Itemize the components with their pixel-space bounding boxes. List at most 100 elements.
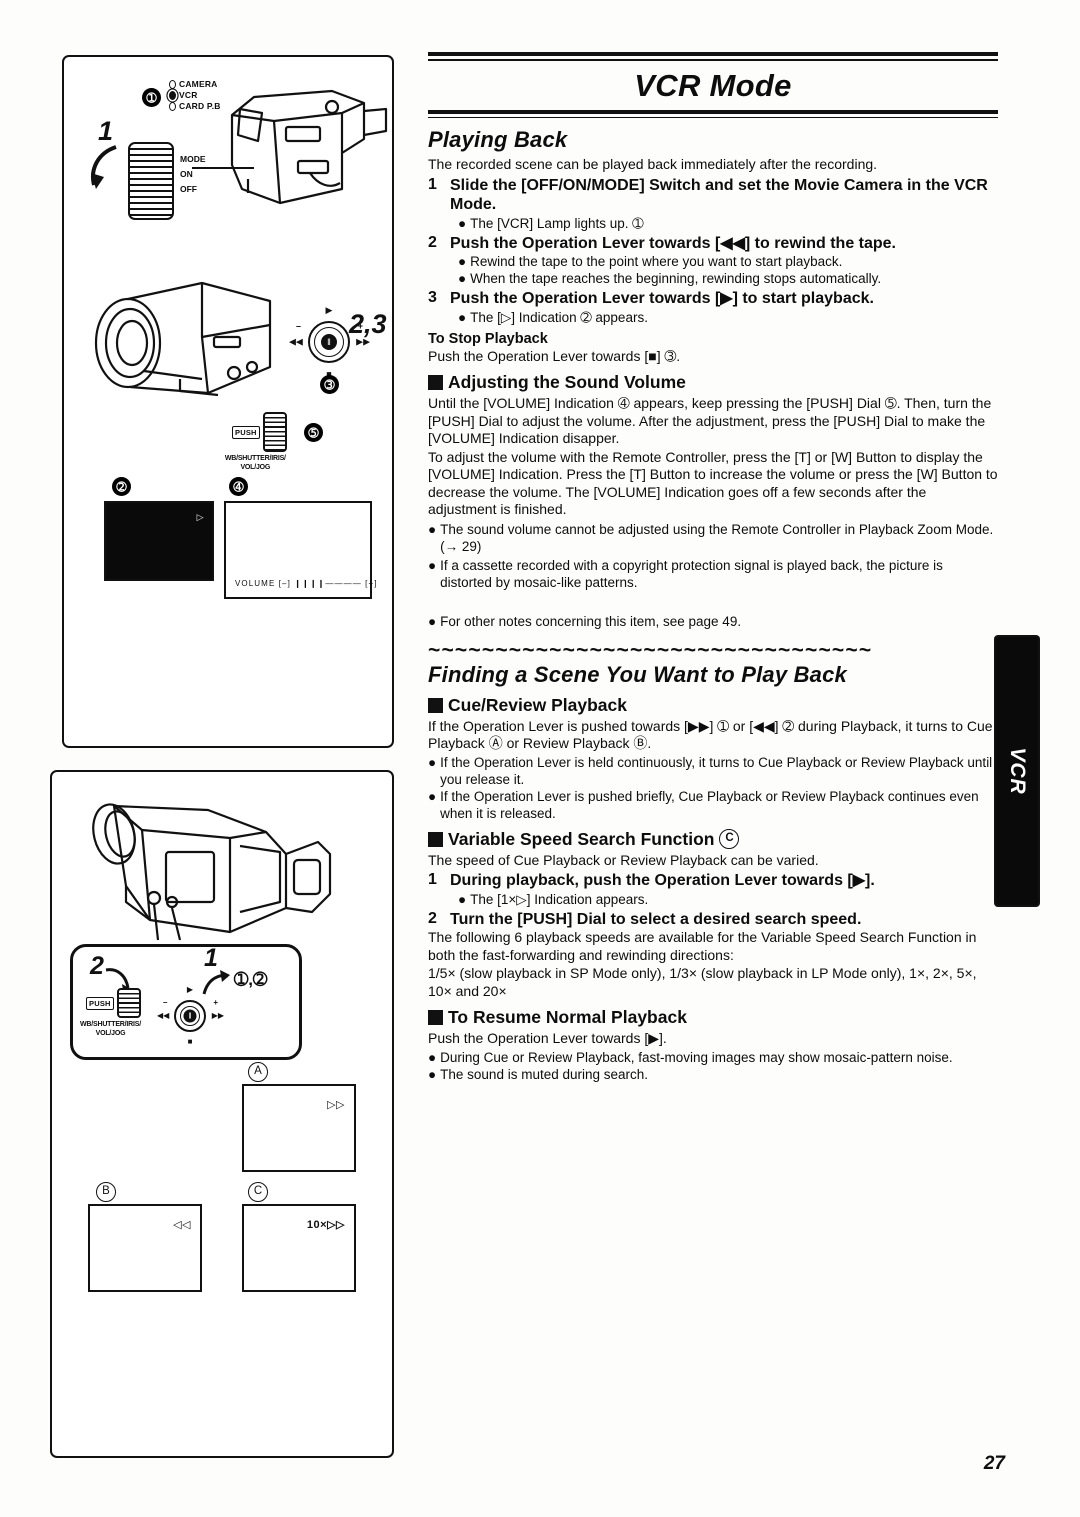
bullet-dot-icon: ● <box>428 1066 437 1082</box>
lever-minus-label-2: – <box>163 998 168 1007</box>
cue-review-paragraph: If the Operation Lever is pushed towards… <box>428 717 993 752</box>
push-dial-caption-2-line1: WB/SHUTTER/IRIS/ <box>80 1021 141 1028</box>
lamp-row-cardpb: CARD P.B <box>169 101 221 112</box>
screen-volume-indication: VOLUME [–] ❙❙❙❙———— [+] <box>224 501 376 599</box>
page-title: VCR Mode <box>634 67 792 103</box>
step-1-note-1-text: The [VCR] Lamp lights up. ➀ <box>470 215 644 231</box>
push-dial-caption-line1: WB/SHUTTER/IRIS/ <box>224 455 286 462</box>
lever-forward-icon-2: ▶▶ <box>211 1011 224 1020</box>
vs-step-1-note-1: ● The [1×▷] Indication appears. <box>458 891 998 908</box>
step-1: 1 Slide the [OFF/ON/MODE] Switch and set… <box>428 176 998 215</box>
operation-lever-control[interactable]: ‖ ▶ ■ ◀◀ ▶▶ – + <box>289 306 370 379</box>
lamp-dot-cardpb-icon <box>169 102 176 111</box>
push-dial-caption-line2: VOL/JOG <box>240 463 271 471</box>
heading-resume-normal-playback-text: To Resume Normal Playback <box>448 1007 687 1028</box>
push-dial-tag: PUSH <box>232 425 260 439</box>
push-dial-control[interactable]: PUSH WB/SHUTTER/IRIS/ VOL/JOG <box>225 412 287 472</box>
step-2-note-1-text: Rewind the tape to the point where you w… <box>470 254 843 270</box>
camcorder-illustration-side <box>80 790 350 960</box>
vs-step-2-number: 2 <box>428 909 437 927</box>
sound-volume-paragraph-1: Until the [VOLUME] Indication ➃ appears,… <box>428 395 992 447</box>
heading-cue-review-playback-text: Cue/Review Playback <box>448 694 627 715</box>
vs-step-1-text: During playback, push the Operation Leve… <box>450 872 875 890</box>
operation-lever-control-2[interactable]: ‖ ▶ ■ ◀◀ ▶▶ – + <box>157 986 224 1046</box>
lamp-label-vcr: VCR <box>179 90 198 100</box>
manual-page: ➀ CAMERA VCR CARD P.B 1 MODE ON OFF ‖ ▶ … <box>0 0 1080 1517</box>
vs-step-1-number: 1 <box>428 871 437 889</box>
squiggle-divider: ~~~~~~~~~~~~~~~~~~~~~~~~~~~~~~~~~ <box>428 641 873 660</box>
cue-review-note-1: ● If the Operation Lever is held continu… <box>428 754 998 788</box>
lever-play-icon: ▶ <box>325 305 333 315</box>
screen-ref-b: B <box>96 1182 116 1202</box>
camcorder-illustration-lower <box>84 275 294 425</box>
step-1-number: 1 <box>428 175 437 193</box>
sound-volume-see-also-text: For other notes concerning this item, se… <box>440 613 742 629</box>
screen-cue-playback: ▷▷ <box>242 1084 356 1172</box>
bullet-dot-icon: ● <box>428 788 437 804</box>
lever-play-icon-2: ▶ <box>186 985 194 994</box>
screen-variable-speed: 10×▷▷ <box>242 1204 356 1292</box>
screen-ref-a: A <box>248 1062 268 1082</box>
lamp-indicator-cluster: CAMERA VCR CARD P.B <box>169 79 221 112</box>
push-dial-tag-2: PUSH <box>86 996 114 1010</box>
step-3-number: 3 <box>428 289 437 307</box>
off-on-mode-dial[interactable]: MODE ON OFF <box>128 142 206 220</box>
callout-badge-2: ➁ <box>112 477 131 496</box>
push-dial-wheel-icon <box>262 412 287 452</box>
cue-review-note-1-text: If the Operation Lever is held continuou… <box>440 754 993 787</box>
screen-playback-indication: ▷ <box>104 501 214 581</box>
dial-barrel-icon <box>128 142 174 220</box>
lever-stop-icon-2: ■ <box>187 1037 193 1046</box>
push-dial-wheel-icon-2 <box>116 988 141 1018</box>
heading-adjusting-sound-volume-text: Adjusting the Sound Volume <box>448 372 686 393</box>
bullet-dot-icon: ● <box>458 271 467 287</box>
sound-volume-note-2-text: If a cassette recorded with a copyright … <box>440 557 943 590</box>
page-number: 27 <box>983 1453 1005 1474</box>
heading-resume-normal-playback: To Resume Normal Playback <box>428 1007 998 1028</box>
heading-adjusting-sound-volume: Adjusting the Sound Volume <box>428 372 998 393</box>
screen-review-osd: ◁◁ <box>173 1219 191 1231</box>
playing-back-intro: The recorded scene can be played back im… <box>428 156 878 173</box>
sound-volume-see-also: ● For other notes concerning this item, … <box>428 613 998 630</box>
lever-rewind-icon-2: ◀◀ <box>157 1011 170 1020</box>
sound-volume-note-1: ● The sound volume cannot be adjusted us… <box>428 521 998 555</box>
resume-note-2-text: The sound is muted during search. <box>440 1066 649 1082</box>
sound-volume-paragraph-2: To adjust the volume with the Remote Con… <box>428 448 998 518</box>
step-1-text: Slide the [OFF/ON/MODE] Switch and set t… <box>450 176 988 214</box>
step-2-note-1: ● Rewind the tape to the point where you… <box>458 253 998 270</box>
square-bullet-icon <box>428 697 443 713</box>
step-2-note-2-text: When the tape reaches the beginning, rew… <box>470 271 882 287</box>
lamp-dot-camera-icon <box>169 80 176 89</box>
cue-review-note-2-text: If the Operation Lever is pushed briefly… <box>440 788 979 821</box>
callout-badge-1-2: ➀,➁ <box>234 970 268 989</box>
sound-volume-note-2: ● If a cassette recorded with a copyrigh… <box>428 557 998 591</box>
step-3-note-1-text: The [▷] Indication ➁ appears. <box>470 309 648 325</box>
rule-top-thin <box>428 59 998 61</box>
dial-label-on: ON <box>180 169 193 179</box>
push-dial-caption-2: WB/SHUTTER/IRIS/ VOL/JOG <box>80 1021 141 1038</box>
figure-panel-playing-back: ➀ CAMERA VCR CARD P.B 1 MODE ON OFF ‖ ▶ … <box>62 55 394 748</box>
heading-variable-speed-search: Variable Speed Search Function C <box>428 829 998 850</box>
step-3: 3 Push the Operation Lever towards [▶] t… <box>428 289 998 309</box>
screen-variable-speed-osd: 10×▷▷ <box>306 1219 345 1231</box>
bullet-dot-icon: ● <box>458 309 467 325</box>
dial-label-mode: MODE <box>180 154 206 164</box>
screen-review-playback: ◁◁ <box>88 1204 202 1292</box>
screen-play-osd: ▷ <box>196 512 204 522</box>
vs-step-1-note-1-text: The [1×▷] Indication appears. <box>470 891 649 907</box>
push-dial-control-2[interactable]: PUSH WB/SHUTTER/IRIS/ VOL/JOG <box>80 988 141 1038</box>
variable-speed-speeds-intro: The following 6 playback speeds are avai… <box>428 929 977 963</box>
callout-badge-1: ➀ <box>142 88 161 107</box>
rotate-arrow-icon <box>91 145 117 189</box>
step-2: 2 Push the Operation Lever towards [◀◀] … <box>428 234 998 254</box>
callout-badge-3: ➂ <box>320 375 339 394</box>
bullet-dot-icon: ● <box>458 254 467 270</box>
bullet-dot-icon: ● <box>428 613 437 629</box>
square-bullet-icon <box>428 1010 443 1026</box>
heading-variable-speed-search-text: Variable Speed Search Function <box>448 828 715 849</box>
section-heading-playing-back: Playing Back <box>428 127 568 153</box>
bullet-dot-icon: ● <box>428 754 437 770</box>
lever-minus-label: – <box>296 321 302 331</box>
heading-variable-speed-ref: C <box>719 829 740 850</box>
vs-step-1: 1 During playback, push the Operation Le… <box>428 871 998 891</box>
